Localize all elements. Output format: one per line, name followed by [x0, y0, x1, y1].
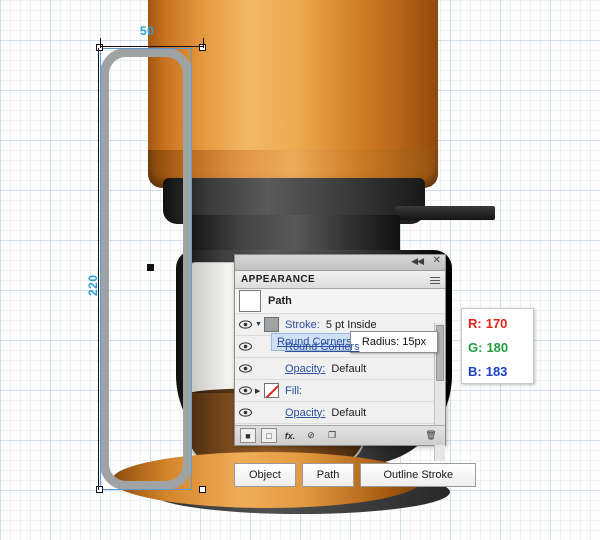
outline-stroke-button-label: Outline Stroke — [383, 469, 454, 481]
appearance-object-row[interactable]: Path — [235, 289, 445, 314]
path-button-label: Path — [316, 469, 340, 481]
object-thumbnail — [239, 290, 261, 312]
disclosure-triangle-icon[interactable]: ▼ — [255, 321, 264, 328]
rgb-color-readout: R: 170 G: 180 B: 183 — [461, 308, 534, 384]
dark-neck-lower — [190, 215, 400, 255]
visibility-eye-icon[interactable] — [239, 340, 252, 353]
rgb-red-value: 170 — [485, 316, 508, 331]
close-icon[interactable]: ✕ — [433, 255, 441, 266]
screenshot-root: 50 220 R: 170 G: 180 B: 183 ◀◀ ✕ APPEARANCE… — [0, 0, 600, 540]
appearance-row-opacity-value[interactable]: Default — [331, 363, 366, 375]
spout-shape — [395, 206, 495, 220]
control-bar: Object Path Outline Stroke — [234, 463, 477, 487]
anchor-point-center[interactable] — [147, 264, 154, 271]
visibility-eye-icon[interactable] — [239, 362, 252, 375]
collapse-arrows-icon[interactable]: ◀◀ — [411, 256, 424, 267]
rgb-blue-value: 183 — [485, 364, 508, 379]
rgb-green-key: G: — [468, 340, 483, 355]
object-button-label: Object — [249, 469, 281, 481]
appearance-row-opacity-object[interactable]: Opacity: Default — [235, 402, 445, 424]
panel-footer-toolbar[interactable]: ■ □ fx. ⊘ ❐ 🗑 — [235, 425, 445, 445]
height-guide-line — [98, 48, 99, 490]
height-dimension-label: 220 — [86, 274, 100, 296]
anchor-point-bottom-right[interactable] — [199, 486, 206, 493]
add-new-effect-icon[interactable]: fx. — [282, 428, 298, 443]
rgb-row-green: G: 180 — [468, 336, 529, 360]
width-guide-line — [100, 46, 204, 47]
visibility-eye-icon[interactable] — [239, 406, 252, 419]
rgb-blue-key: B: — [468, 364, 482, 379]
outline-stroke-button[interactable]: Outline Stroke — [360, 463, 477, 487]
add-new-stroke-icon[interactable]: □ — [261, 428, 277, 443]
appearance-object-label: Path — [268, 295, 292, 307]
disclosure-triangle-icon[interactable]: ▶ — [255, 387, 264, 395]
appearance-row-fill-label[interactable]: Fill: — [285, 385, 302, 397]
width-dimension-label: 50 — [140, 24, 155, 38]
rgb-row-red: R: 170 — [468, 312, 529, 336]
radius-tooltip-label: Radius: 15px — [361, 336, 427, 348]
path-button[interactable]: Path — [301, 463, 355, 487]
appearance-row-opacity2-value[interactable]: Default — [331, 407, 366, 419]
rgb-red-key: R: — [468, 316, 482, 331]
new-art-has-basic-appearance-icon[interactable]: ■ — [240, 428, 256, 443]
rounded-rect-path[interactable] — [100, 48, 192, 490]
object-button[interactable]: Object — [234, 463, 296, 487]
width-guide-tick-left — [100, 38, 101, 48]
stroke-color-swatch[interactable] — [264, 317, 279, 332]
appearance-list: Path ▼ Stroke: 5 pt Inside Round Corners… — [235, 289, 445, 461]
radius-tooltip: Radius: 15px — [350, 331, 438, 353]
panel-tab-appearance[interactable]: APPEARANCE — [235, 271, 445, 289]
fill-none-swatch[interactable] — [264, 383, 279, 398]
panel-tab-label: APPEARANCE — [241, 274, 316, 285]
appearance-row-stroke-value[interactable]: 5 pt Inside — [326, 319, 377, 331]
duplicate-item-icon[interactable]: ❐ — [324, 428, 340, 443]
clear-appearance-icon[interactable]: ⊘ — [303, 428, 319, 443]
delete-item-icon[interactable]: 🗑 — [423, 428, 439, 443]
width-guide-tick-right — [203, 38, 204, 48]
appearance-row-fill[interactable]: ▶ Fill: — [235, 380, 445, 402]
visibility-eye-icon[interactable] — [239, 384, 252, 397]
appearance-row-opacity-stroke[interactable]: Opacity: Default — [235, 358, 445, 380]
rgb-green-value: 180 — [486, 340, 509, 355]
appearance-row-opacity-label[interactable]: Opacity: — [285, 363, 325, 375]
appearance-row-stroke-label[interactable]: Stroke: — [285, 319, 320, 331]
appearance-row-opacity2-label[interactable]: Opacity: — [285, 407, 325, 419]
panel-menu-icon[interactable] — [430, 275, 440, 284]
panel-tab-bar[interactable]: ◀◀ ✕ — [235, 255, 445, 271]
visibility-eye-icon[interactable] — [239, 318, 252, 331]
rgb-row-blue: B: 183 — [468, 360, 529, 384]
appearance-row-round-corners-label[interactable]: Round Corners — [285, 341, 360, 353]
